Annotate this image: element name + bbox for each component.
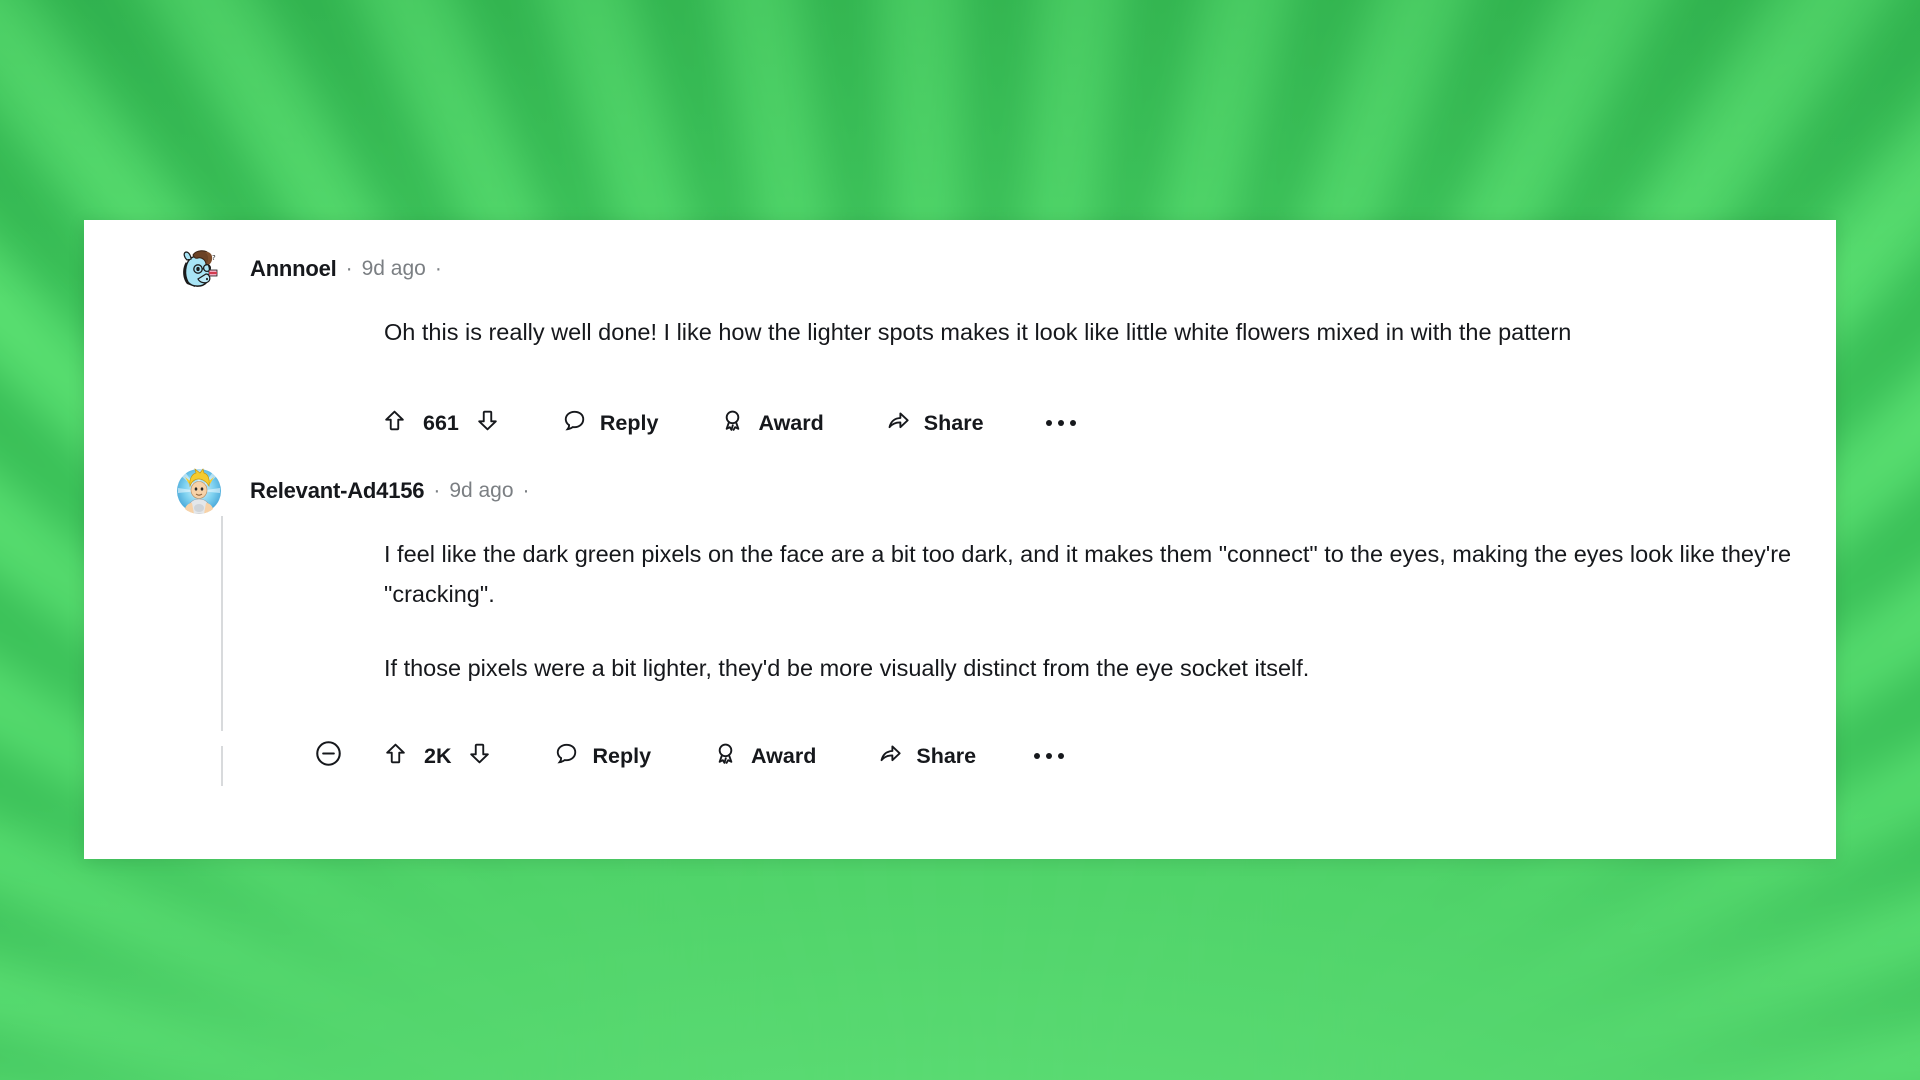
speech-bubble-icon <box>554 741 579 771</box>
downvote-arrow-icon[interactable] <box>467 741 492 771</box>
more-options-icon[interactable] <box>1045 420 1076 426</box>
vote-group: 661 <box>382 408 500 438</box>
upvote-arrow-icon[interactable] <box>383 741 408 771</box>
comment-header: ? Annnoel · 9d ago · <box>176 246 451 292</box>
comment-timestamp[interactable]: 9d ago <box>362 257 426 281</box>
comment-timestamp[interactable]: 9d ago <box>449 479 513 503</box>
award-label: Award <box>751 743 817 768</box>
award-button[interactable]: Award <box>713 741 816 771</box>
upvote-arrow-icon[interactable] <box>382 408 407 438</box>
separator-dot-trailing: · <box>434 257 442 280</box>
avatar[interactable]: ? <box>176 246 222 292</box>
comment-paragraph: Oh this is really well done! I like how … <box>384 319 1572 345</box>
vote-score: 2K <box>424 743 452 768</box>
comment-author[interactable]: Annnoel <box>250 256 337 282</box>
reply-button[interactable]: Reply <box>562 408 659 438</box>
comment-paragraph: If those pixels were a bit lighter, they… <box>384 655 1310 681</box>
separator-dot-trailing: · <box>522 479 530 502</box>
share-label: Share <box>923 410 984 435</box>
vote-score: 661 <box>423 410 459 435</box>
comment-actions: 2K Reply Award Share <box>314 739 1065 773</box>
comment-card: ? Annnoel · 9d ago · Oh this is really w… <box>84 220 1836 859</box>
comment-header: Relevant-Ad4156 · 9d ago · <box>176 468 539 514</box>
comment-paragraph: I feel like the dark green pixels on the… <box>384 541 1792 607</box>
thread-line-continuation[interactable] <box>221 746 223 786</box>
award-button[interactable]: Award <box>720 408 824 438</box>
reply-label: Reply <box>599 410 659 435</box>
speech-bubble-icon <box>562 408 587 438</box>
svg-text:?: ? <box>212 254 216 262</box>
comment-body: I feel like the dark green pixels on the… <box>384 534 1814 688</box>
comment-author[interactable]: Relevant-Ad4156 <box>250 478 425 504</box>
thread-line[interactable] <box>221 516 223 731</box>
share-arrow-icon <box>878 741 903 771</box>
award-ribbon-icon <box>720 408 745 438</box>
award-label: Award <box>758 410 824 435</box>
share-button[interactable]: Share <box>878 741 976 771</box>
separator-dot: · <box>345 257 353 280</box>
award-ribbon-icon <box>713 741 738 771</box>
more-options-icon[interactable] <box>1034 753 1065 759</box>
comment-body: Oh this is really well done! I like how … <box>384 312 1571 352</box>
share-button[interactable]: Share <box>886 408 984 438</box>
collapse-minus-circle-icon[interactable] <box>314 739 343 773</box>
reply-button[interactable]: Reply <box>554 741 651 771</box>
vote-group: 2K <box>383 741 492 771</box>
reply-label: Reply <box>592 743 652 768</box>
avatar[interactable] <box>176 468 222 514</box>
comment-actions: 661 Reply Award Share <box>382 406 1076 440</box>
share-label: Share <box>916 743 977 768</box>
share-arrow-icon <box>886 408 911 438</box>
downvote-arrow-icon[interactable] <box>475 408 500 438</box>
separator-dot: · <box>433 479 441 502</box>
